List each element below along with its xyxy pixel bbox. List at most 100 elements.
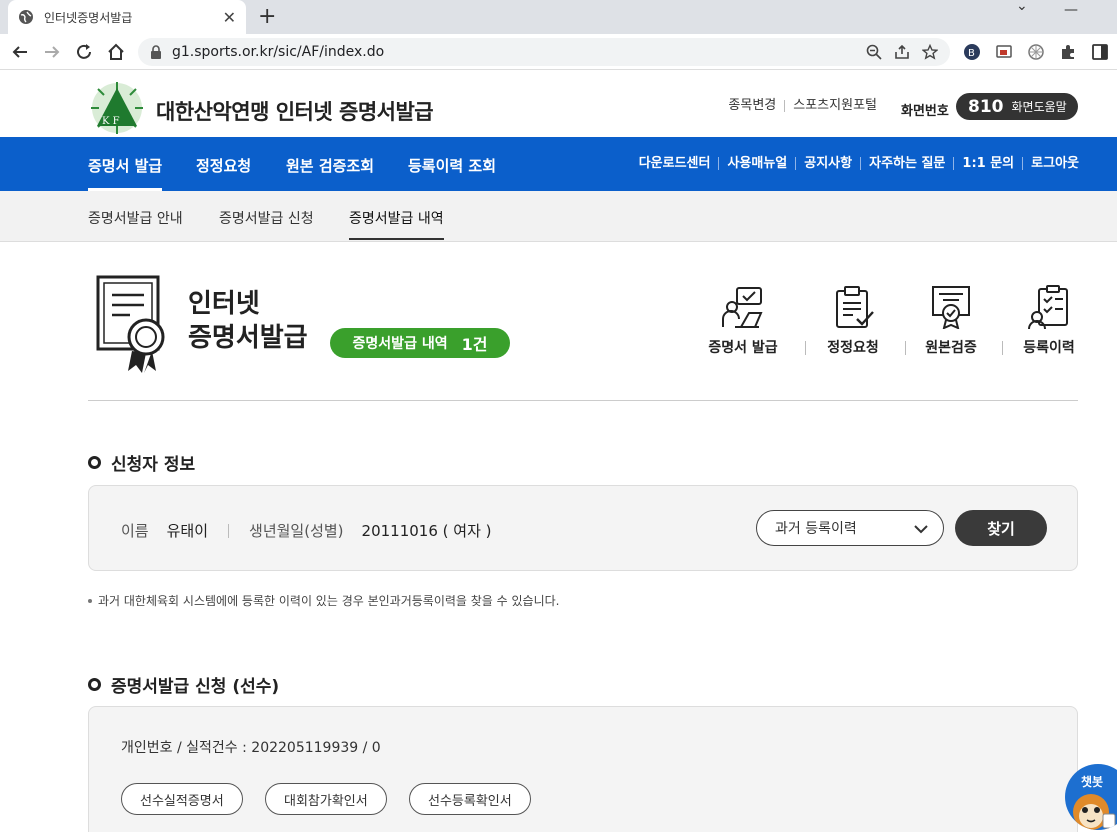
- badge-label: 증명서발급 내역: [352, 336, 448, 352]
- personal-number-info: 개인번호 / 실적건수 : 202205119939 / 0: [121, 737, 381, 757]
- chevron-down-icon[interactable]: ⌄: [1016, 0, 1028, 14]
- chevron-down-icon: [914, 525, 928, 534]
- clipboard-check-icon: [836, 286, 874, 328]
- svg-text:K F: K F: [102, 116, 120, 127]
- browser-tab-strip: 인터넷증명서발급 ✕ + ⌄ —: [0, 0, 1117, 34]
- apply-box: 개인번호 / 실적건수 : 202205119939 / 0 선수실적증명서 대…: [88, 706, 1078, 832]
- find-button[interactable]: 찾기: [955, 510, 1047, 546]
- site-title: 대한산악연맹 인터넷 증명서발급: [156, 100, 434, 124]
- section-title-apply-text: 증명서발급 신청 (선수): [111, 677, 280, 697]
- quick-label-correction: 정정요청: [827, 340, 879, 356]
- federation-logo-icon[interactable]: K F: [88, 80, 146, 134]
- section-bullet-icon: [88, 678, 101, 691]
- nav-item-registration-history[interactable]: 등록이력 조회: [408, 155, 496, 176]
- address-bar[interactable]: g1.sports.or.kr/sic/AF/index.do: [138, 38, 950, 66]
- nav-link-logout[interactable]: 로그아웃: [1023, 157, 1079, 170]
- nav-right-links: 다운로드센터 사용매뉴얼 공지사항 자주하는 질문 1:1 문의 로그아웃: [631, 157, 1079, 170]
- quick-link-verify[interactable]: 원본검증: [903, 285, 999, 357]
- applicant-info: 이름 유태이 생년월일(성별) 20111016 ( 여자 ): [121, 520, 492, 541]
- nav-link-faq[interactable]: 자주하는 질문: [861, 157, 955, 170]
- history-note: 과거 대한체육회 시스템에에 등록한 이력이 있는 경우 본인과거등록이력을 찾…: [88, 592, 559, 609]
- new-tab-icon[interactable]: +: [258, 4, 276, 29]
- nav-link-inquiry[interactable]: 1:1 문의: [954, 157, 1024, 170]
- settings-wheel-icon[interactable]: [1026, 42, 1046, 62]
- nav-item-original-verify[interactable]: 원본 검증조회: [286, 155, 374, 176]
- star-icon[interactable]: [922, 44, 938, 60]
- personal-number-value: 202205119939 / 0: [251, 740, 381, 756]
- name-value: 유태이: [166, 522, 209, 540]
- svg-text:B: B: [968, 48, 975, 59]
- tab-title: 인터넷증명서발급: [44, 10, 133, 25]
- athlete-registration-button[interactable]: 선수등록확인서: [409, 783, 531, 815]
- puzzle-icon[interactable]: [1058, 42, 1078, 62]
- sidepanel-icon[interactable]: [1090, 42, 1110, 62]
- nav-link-notice[interactable]: 공지사항: [796, 157, 862, 170]
- minimize-icon[interactable]: —: [1064, 2, 1078, 18]
- info-separator: [228, 523, 230, 538]
- person-doc-icon: [722, 287, 763, 328]
- verified-certificate-icon: [932, 286, 970, 329]
- nav-item-certificate-issue[interactable]: 증명서 발급: [88, 155, 163, 191]
- select-value: 과거 등록이력: [775, 521, 857, 537]
- back-icon[interactable]: [8, 40, 32, 64]
- quick-link-correction[interactable]: 정정요청: [805, 285, 901, 357]
- chatbot-label: 챗봇: [1081, 775, 1104, 789]
- competition-participation-button[interactable]: 대회참가확인서: [265, 783, 387, 815]
- birth-label: 생년월일(성별): [249, 522, 344, 540]
- birth-value: 20111016 ( 여자 ): [361, 522, 492, 540]
- quick-link-issue[interactable]: 증명서 발급: [695, 285, 791, 357]
- nav-item-correction-request[interactable]: 정정요청: [196, 155, 251, 176]
- history-note-text: 과거 대한체육회 시스템에에 등록한 이력이 있는 경우 본인과거등록이력을 찾…: [98, 594, 560, 608]
- personal-number-label: 개인번호 / 실적건수 :: [121, 740, 247, 756]
- sub-item-apply[interactable]: 증명서발급 신청: [219, 208, 314, 228]
- main-nav: 증명서 발급 정정요청 원본 검증조회 등록이력 조회 다운로드센터 사용매뉴얼…: [0, 137, 1117, 191]
- cast-icon[interactable]: [994, 42, 1014, 62]
- section-title-apply: 증명서발급 신청 (선수): [88, 672, 279, 697]
- browser-toolbar: g1.sports.or.kr/sic/AF/index.do B: [0, 34, 1117, 70]
- name-label: 이름: [121, 522, 149, 540]
- extension-icon[interactable]: B: [962, 42, 982, 62]
- home-icon[interactable]: [104, 40, 128, 64]
- history-count-badge[interactable]: 증명서발급 내역 1건: [330, 328, 510, 358]
- applicant-info-box: 이름 유태이 생년월일(성별) 20111016 ( 여자 ) 과거 등록이력 …: [88, 485, 1078, 571]
- nav-link-download[interactable]: 다운로드센터: [631, 157, 720, 170]
- note-bullet: [88, 598, 92, 603]
- share-icon[interactable]: [894, 44, 910, 60]
- checklist-person-icon: [1028, 285, 1068, 329]
- close-icon[interactable]: ✕: [223, 8, 236, 27]
- url-text: g1.sports.or.kr/sic/AF/index.do: [172, 44, 385, 60]
- sub-nav: 증명서발급 안내 증명서발급 신청 증명서발급 내역: [0, 191, 1117, 242]
- section-bullet-icon: [88, 456, 101, 469]
- nav-link-manual[interactable]: 사용매뉴얼: [719, 157, 797, 170]
- page-title: 인터넷 증명서발급: [188, 287, 308, 355]
- site-header: K F 대한산악연맹 인터넷 증명서발급 종목변경 스포츠지원포털 화면번호 8…: [0, 70, 1117, 137]
- screen-number: 810: [968, 96, 1004, 117]
- zoom-icon[interactable]: [866, 44, 882, 60]
- util-link-change-sport[interactable]: 종목변경: [720, 99, 786, 112]
- sub-item-history[interactable]: 증명서발급 내역: [349, 208, 444, 240]
- reload-icon[interactable]: [72, 40, 96, 64]
- globe-icon: [19, 10, 33, 24]
- past-history-select[interactable]: 과거 등록이력: [756, 510, 944, 546]
- badge-count: 1건: [461, 335, 488, 354]
- chatbot-button[interactable]: 챗봇: [1065, 764, 1117, 830]
- page-title-line2: 증명서발급: [188, 323, 308, 353]
- util-link-sports-portal[interactable]: 스포츠지원포털: [785, 99, 885, 112]
- quick-label-verify: 원본검증: [925, 340, 977, 356]
- sub-item-guide[interactable]: 증명서발급 안내: [88, 208, 183, 228]
- chatbot-mascot-icon: [1073, 794, 1116, 830]
- lock-icon: [151, 45, 161, 59]
- screen-help-label: 화면도움말: [1011, 100, 1067, 114]
- screen-help-button[interactable]: 810 화면도움말: [956, 93, 1078, 120]
- section-title-applicant: 신청자 정보: [88, 450, 195, 475]
- browser-tab[interactable]: 인터넷증명서발급 ✕: [8, 0, 246, 34]
- page-title-line1: 인터넷: [188, 289, 260, 319]
- forward-icon[interactable]: [40, 40, 64, 64]
- heading-divider: [88, 400, 1078, 401]
- quick-label-history: 등록이력: [1023, 340, 1075, 356]
- section-title-applicant-text: 신청자 정보: [111, 455, 196, 475]
- quick-link-history[interactable]: 등록이력: [1001, 285, 1097, 357]
- athlete-record-cert-button[interactable]: 선수실적증명서: [121, 783, 243, 815]
- screen-number-label: 화면번호: [901, 104, 949, 119]
- utility-links: 종목변경 스포츠지원포털: [720, 99, 885, 112]
